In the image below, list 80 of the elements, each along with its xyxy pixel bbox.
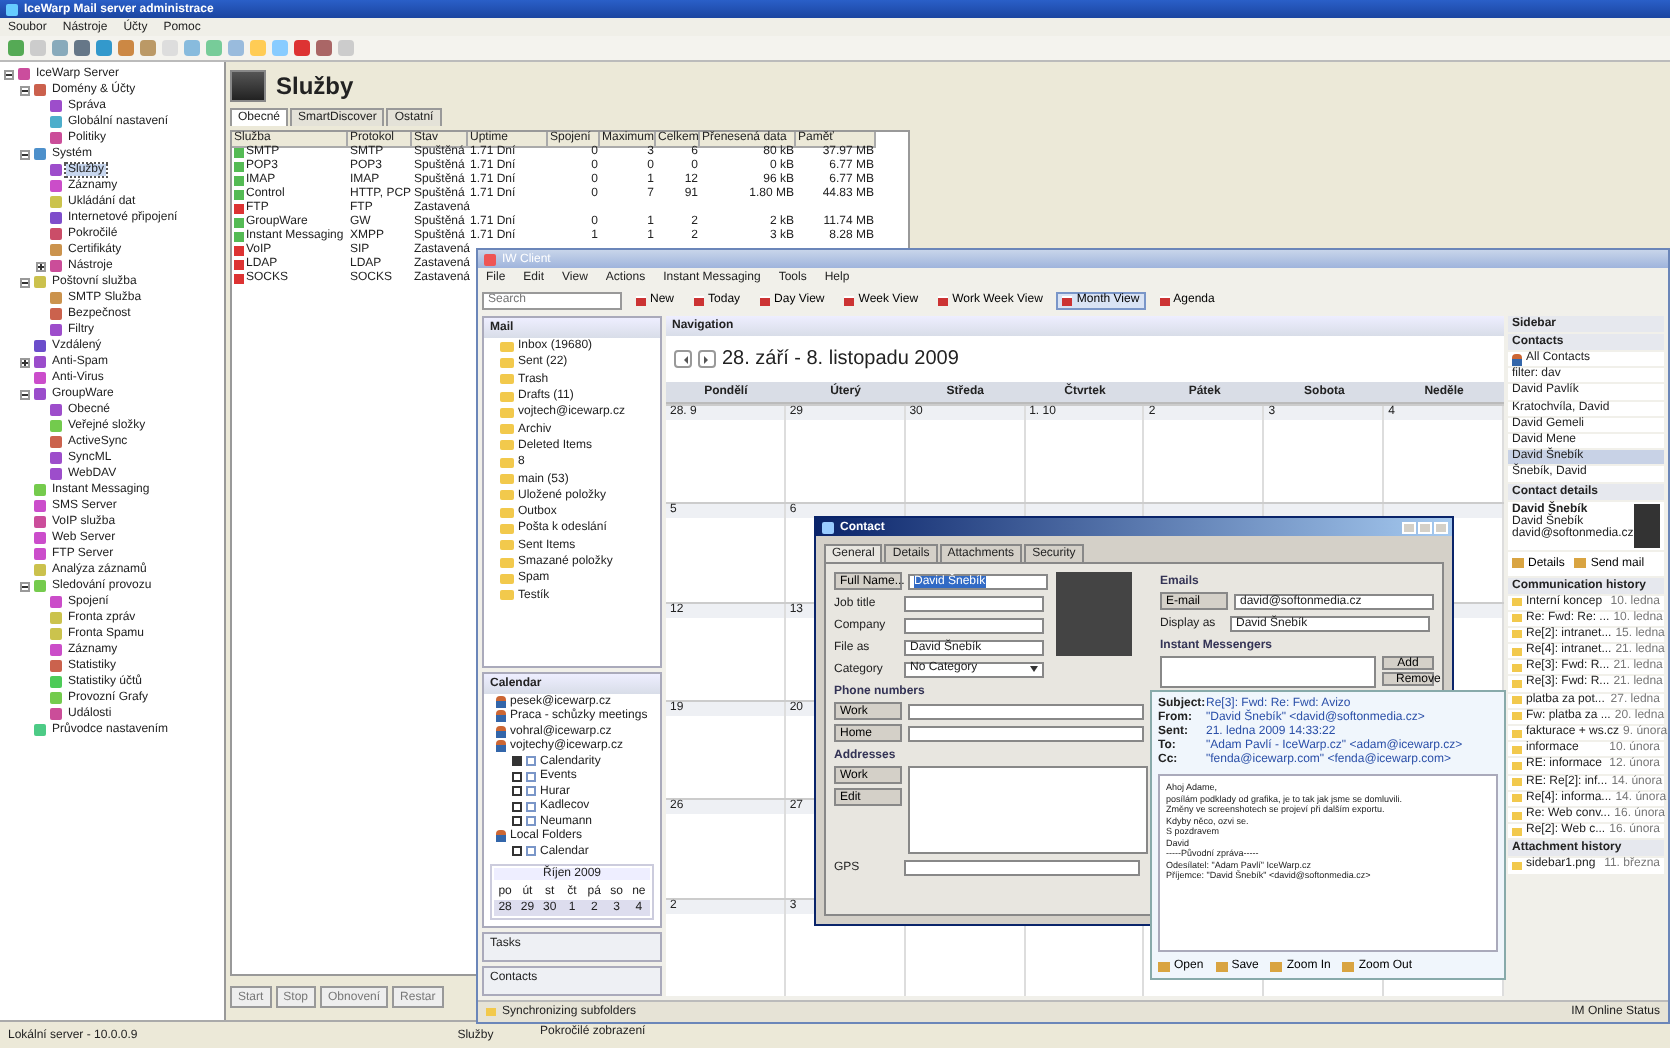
checkbox[interactable]	[512, 801, 522, 812]
node-icon	[34, 372, 46, 384]
person-icon	[496, 830, 506, 843]
expander-icon[interactable]	[20, 149, 30, 159]
node-icon	[34, 388, 46, 400]
input-field[interactable]	[908, 725, 1144, 741]
date-range: 28. září - 8. listopadu 2009	[722, 348, 959, 370]
node-icon	[50, 132, 62, 144]
node-icon	[34, 580, 46, 592]
next-button[interactable]	[698, 350, 716, 368]
expander-icon[interactable]	[20, 85, 30, 95]
checkbox[interactable]	[512, 756, 522, 767]
address-field[interactable]	[908, 766, 1148, 854]
node-icon	[50, 228, 62, 240]
node-icon	[34, 340, 46, 352]
node-icon	[50, 196, 62, 208]
app-icon	[6, 3, 18, 15]
expander-icon[interactable]	[36, 261, 46, 271]
checkbox[interactable]	[512, 816, 522, 827]
expander-icon[interactable]	[4, 69, 14, 79]
node-icon	[34, 484, 46, 496]
checkbox[interactable]	[512, 786, 522, 797]
node-icon	[50, 164, 62, 176]
maximize-button[interactable]	[1418, 521, 1432, 533]
expander-icon[interactable]	[20, 357, 30, 367]
node-icon	[50, 436, 62, 448]
expander-icon[interactable]	[20, 277, 30, 287]
messenger-list[interactable]	[1160, 656, 1376, 688]
node-icon	[50, 644, 62, 656]
calendar-icon	[526, 846, 536, 857]
input-field[interactable]	[904, 617, 1044, 633]
node-icon	[50, 244, 62, 256]
node-icon	[34, 532, 46, 544]
node-icon	[18, 68, 30, 80]
person-icon	[1512, 353, 1522, 366]
node-icon	[50, 628, 62, 640]
previous-button[interactable]	[674, 350, 692, 368]
page-title: Služby	[276, 72, 354, 100]
node-icon	[34, 516, 46, 528]
node-icon	[50, 212, 62, 224]
node-icon	[50, 452, 62, 464]
node-icon	[50, 260, 62, 272]
node-icon	[50, 468, 62, 480]
checkbox[interactable]	[512, 846, 522, 857]
node-icon	[50, 292, 62, 304]
node-icon	[50, 308, 62, 320]
node-icon	[50, 660, 62, 672]
node-icon	[50, 324, 62, 336]
expander-icon[interactable]	[20, 389, 30, 399]
input-field[interactable]	[904, 859, 1140, 875]
node-icon	[34, 564, 46, 576]
monitor-icon	[230, 70, 266, 102]
checkbox[interactable]	[512, 771, 522, 782]
node-icon	[50, 100, 62, 112]
node-icon	[50, 180, 62, 192]
contact-icon	[822, 521, 834, 533]
node-icon	[34, 276, 46, 288]
node-icon	[50, 612, 62, 624]
node-icon	[34, 148, 46, 160]
expander-icon[interactable]	[20, 581, 30, 591]
node-icon	[50, 676, 62, 688]
node-icon	[34, 500, 46, 512]
input-field[interactable]	[904, 595, 1044, 611]
node-icon	[34, 356, 46, 368]
app-icon	[484, 253, 496, 265]
node-icon	[50, 116, 62, 128]
input-field[interactable]	[908, 703, 1144, 719]
node-icon	[50, 708, 62, 720]
node-icon	[50, 596, 62, 608]
node-icon	[34, 548, 46, 560]
close-button[interactable]	[1434, 521, 1448, 533]
node-icon	[50, 692, 62, 704]
photo-placeholder	[1056, 572, 1132, 656]
node-icon	[50, 404, 62, 416]
file-icon	[1512, 861, 1522, 870]
node-icon	[34, 724, 46, 736]
node-icon	[34, 84, 46, 96]
minimize-button[interactable]	[1402, 521, 1416, 533]
node-icon	[50, 420, 62, 432]
photo-placeholder	[1633, 503, 1660, 547]
